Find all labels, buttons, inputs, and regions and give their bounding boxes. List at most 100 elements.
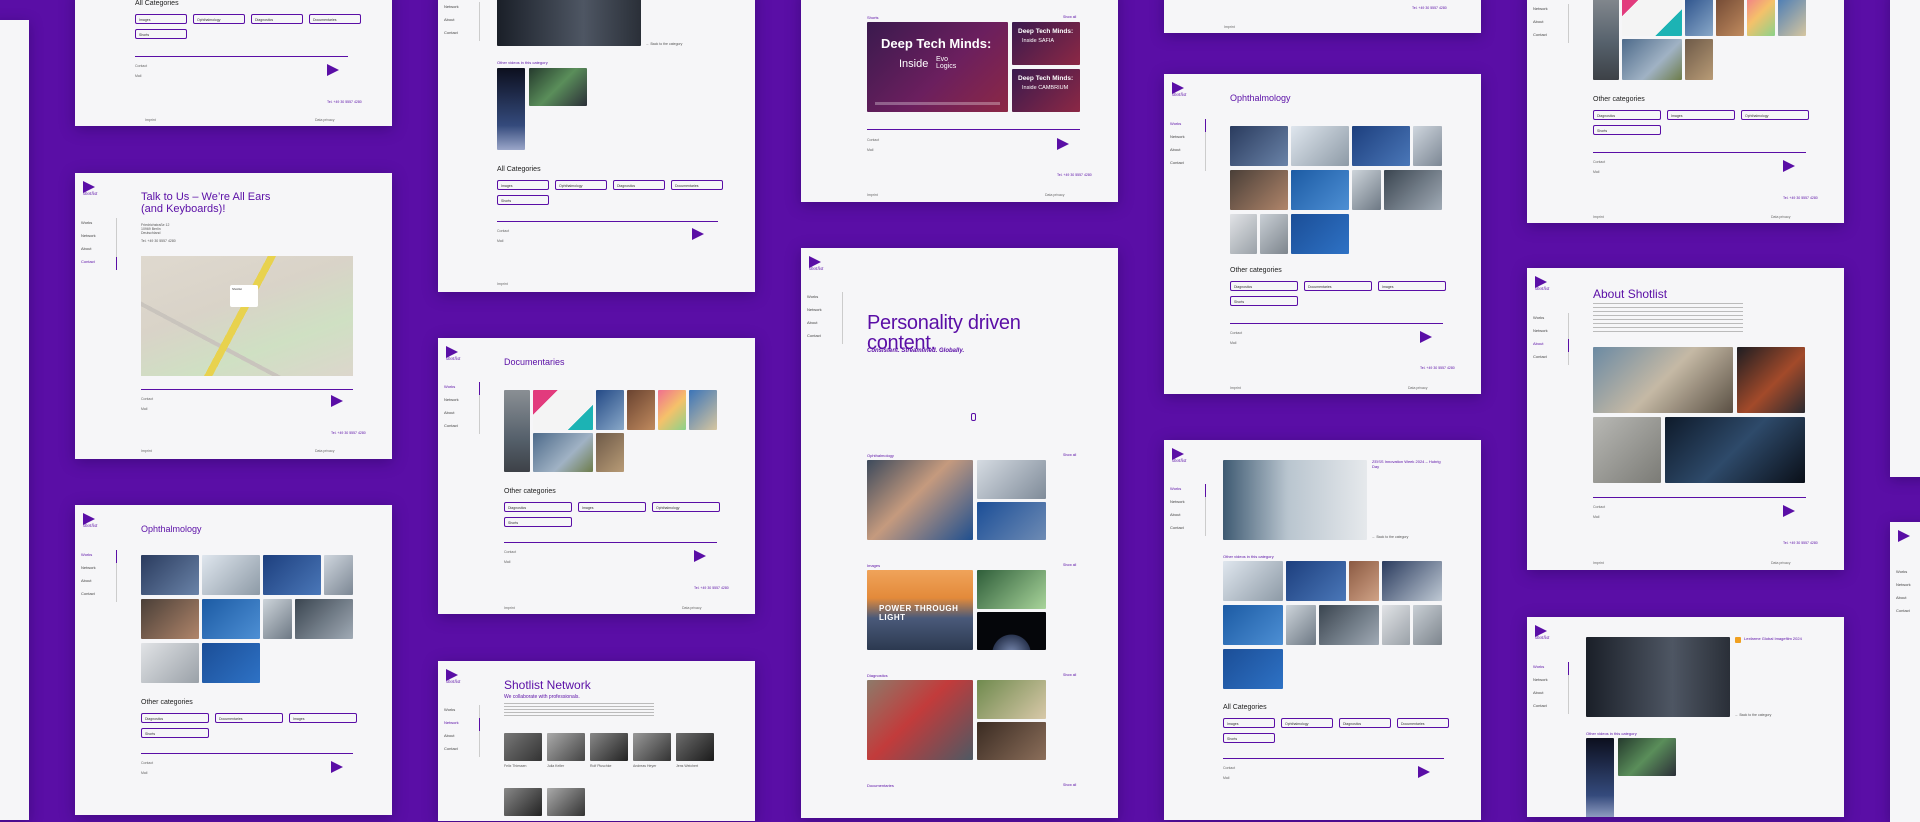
- tag-images[interactable]: Images: [578, 502, 646, 512]
- footer-privacy[interactable]: Data privacy: [1408, 386, 1427, 390]
- thumb[interactable]: [1384, 170, 1442, 210]
- tag-diagnostics[interactable]: Diagnostics: [1339, 718, 1391, 728]
- back-link[interactable]: ← Back to the category: [646, 42, 682, 46]
- footer-imprint[interactable]: Imprint: [1230, 386, 1241, 390]
- thumb[interactable]: [1291, 170, 1349, 210]
- nav-network[interactable]: Network: [1170, 132, 1206, 145]
- tag-ophthalmology[interactable]: Ophthalmology: [1741, 110, 1809, 120]
- thumb[interactable]: [141, 555, 199, 595]
- thumb[interactable]: [977, 722, 1046, 760]
- nav-contact[interactable]: Contact: [81, 257, 117, 270]
- person-photo[interactable]: [633, 733, 671, 761]
- footer-privacy[interactable]: Data privacy: [1771, 215, 1790, 219]
- footer-privacy[interactable]: Data privacy: [315, 449, 334, 453]
- shotlist-logo[interactable]: shotlist: [1172, 448, 1194, 468]
- shotlist-logo[interactable]: shotlist: [83, 181, 105, 201]
- footer-contact[interactable]: Contact: [141, 761, 153, 765]
- footer-mail[interactable]: Mail: [867, 148, 873, 152]
- nav-works[interactable]: Works: [1533, 313, 1569, 326]
- nav-network[interactable]: Network: [81, 563, 117, 576]
- tag-shorts[interactable]: Shorts: [504, 517, 572, 527]
- footer-imprint[interactable]: Imprint: [1593, 561, 1604, 565]
- footer-mail[interactable]: Mail: [1593, 515, 1599, 519]
- footer-contact[interactable]: Contact: [504, 550, 516, 554]
- video-diagnostics-main[interactable]: [867, 680, 973, 760]
- nav-about[interactable]: About: [1170, 145, 1206, 158]
- shotlist-logo[interactable]: shotlist: [1535, 625, 1557, 645]
- thumb[interactable]: [1593, 0, 1619, 80]
- footer-imprint[interactable]: Imprint: [141, 449, 152, 453]
- footer-contact[interactable]: Contact: [497, 229, 509, 233]
- footer-mail[interactable]: Mail: [141, 771, 147, 775]
- video-player[interactable]: [497, 0, 641, 46]
- nav-network[interactable]: Network: [1170, 497, 1206, 510]
- tag-images[interactable]: Images: [1667, 110, 1735, 120]
- about-photo-office[interactable]: [1593, 417, 1661, 483]
- tag-images[interactable]: Images: [1223, 718, 1275, 728]
- thumb[interactable]: [1223, 561, 1283, 601]
- nav-about[interactable]: About: [1170, 510, 1206, 523]
- tag-images[interactable]: Images: [289, 713, 357, 723]
- video-ophthalmology-main[interactable]: [867, 460, 973, 540]
- nav-network[interactable]: Network: [444, 395, 480, 408]
- show-all-link[interactable]: Show all: [1063, 783, 1076, 787]
- video-deep-tech-cambrium[interactable]: Deep Tech Minds: Inside CAMBRIUM: [1012, 69, 1080, 112]
- tag-documentaries[interactable]: Documentaries: [671, 180, 723, 190]
- thumb[interactable]: [202, 555, 260, 595]
- thumb[interactable]: [533, 433, 593, 472]
- nav-works[interactable]: Works: [444, 382, 480, 395]
- video-power-through-light[interactable]: POWER THROUGH LIGHT: [867, 570, 973, 650]
- thumb[interactable]: [1382, 561, 1442, 601]
- nav-contact[interactable]: Contact: [444, 28, 480, 41]
- footer-contact[interactable]: Contact: [1593, 160, 1605, 164]
- tag-ophthalmology[interactable]: Ophthalmology: [193, 14, 245, 24]
- thumb[interactable]: [627, 390, 655, 430]
- thumb[interactable]: [1319, 605, 1379, 645]
- video-player[interactable]: [1586, 637, 1730, 717]
- contact-map[interactable]: [141, 256, 353, 376]
- thumb[interactable]: [1622, 0, 1682, 36]
- footer-phone[interactable]: Tel. +49 30 5557 4280: [327, 100, 362, 104]
- thumb[interactable]: [1622, 39, 1682, 80]
- thumb[interactable]: [1349, 561, 1379, 601]
- nav-works[interactable]: Works: [444, 705, 480, 718]
- about-photo-clapperboard[interactable]: [1593, 347, 1733, 413]
- thumb[interactable]: [658, 390, 686, 430]
- tag-documentaries[interactable]: Documentaries: [215, 713, 283, 723]
- tag-shorts[interactable]: Shorts: [141, 728, 209, 738]
- show-all-link[interactable]: Show all: [1063, 453, 1076, 457]
- thumb[interactable]: [1586, 738, 1614, 817]
- tag-diagnostics[interactable]: Diagnostics: [1230, 281, 1298, 291]
- footer-imprint[interactable]: Imprint: [867, 193, 878, 197]
- footer-contact[interactable]: Contact: [141, 397, 153, 401]
- footer-mail[interactable]: Mail: [141, 407, 147, 411]
- person-photo[interactable]: [504, 733, 542, 761]
- thumb[interactable]: [977, 680, 1046, 719]
- nav-about[interactable]: About: [1533, 688, 1569, 701]
- tag-ophthalmology[interactable]: Ophthalmology: [1281, 718, 1333, 728]
- nav-network[interactable]: Network: [81, 231, 117, 244]
- thumb[interactable]: [689, 390, 717, 430]
- footer-phone[interactable]: Tel. +49 30 5557 4280: [1412, 6, 1447, 10]
- footer-phone[interactable]: Tel. +49 30 5557 4280: [331, 431, 366, 435]
- footer-phone[interactable]: Tel. +49 30 5557 4280: [1783, 541, 1818, 545]
- shotlist-logo[interactable]: shotlist: [446, 669, 468, 689]
- thumb[interactable]: [1352, 126, 1410, 166]
- shotlist-logo[interactable]: shotlist: [83, 513, 105, 533]
- footer-privacy[interactable]: Data privacy: [315, 118, 334, 122]
- nav-contact[interactable]: Contact: [1533, 30, 1569, 43]
- footer-mail[interactable]: Mail: [1223, 776, 1229, 780]
- thumb[interactable]: [1716, 0, 1744, 36]
- nav-about[interactable]: About: [81, 576, 117, 589]
- person-photo[interactable]: [504, 788, 542, 816]
- nav-contact[interactable]: Contact: [1896, 606, 1920, 619]
- tag-images[interactable]: Images: [497, 180, 549, 190]
- nav-network[interactable]: Network: [444, 718, 480, 731]
- tag-diagnostics[interactable]: Diagnostics: [141, 713, 209, 723]
- nav-works[interactable]: Works: [1533, 662, 1569, 675]
- thumb[interactable]: [1286, 605, 1316, 645]
- thumb[interactable]: [202, 643, 260, 683]
- nav-about[interactable]: About: [1896, 593, 1920, 606]
- tag-diagnostics[interactable]: Diagnostics: [504, 502, 572, 512]
- thumb[interactable]: [497, 68, 525, 150]
